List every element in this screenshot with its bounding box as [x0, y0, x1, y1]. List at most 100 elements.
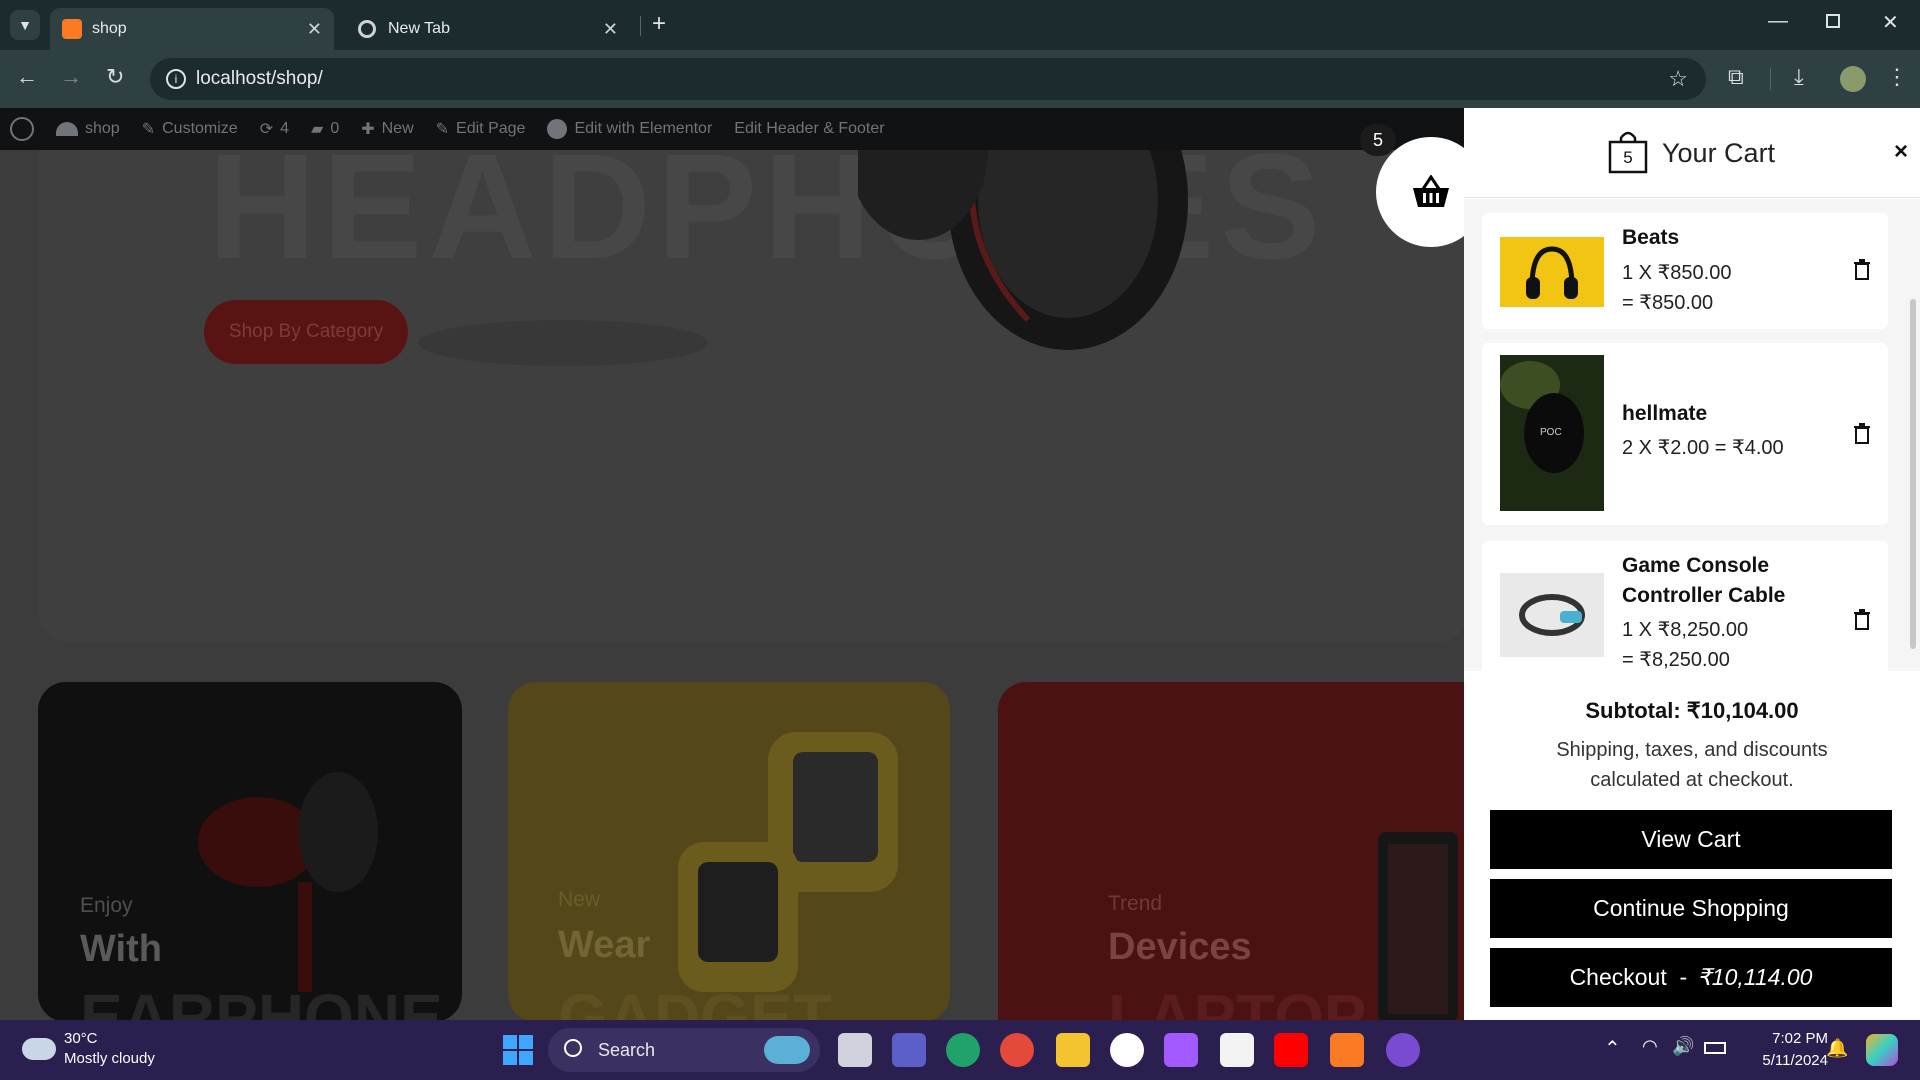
tab-new-tab[interactable]: New Tab ✕ [346, 8, 630, 50]
cart-item-name[interactable]: hellmate [1622, 399, 1707, 429]
category-card-wear[interactable]: New Wear GADGET [508, 682, 950, 1020]
trash-icon[interactable] [1852, 609, 1872, 631]
battery-icon[interactable] [1704, 1042, 1726, 1054]
cart-item-qty: 1 X ₹8,250.00 [1622, 619, 1749, 641]
task-view-icon[interactable] [838, 1033, 872, 1067]
tab-label: New Tab [388, 20, 450, 37]
address-bar[interactable]: i localhost/shop/ ☆ [150, 58, 1706, 100]
restore-button[interactable] [1826, 14, 1840, 28]
wordpress-icon [10, 117, 34, 141]
notification-bell-icon[interactable]: 🔔 [1826, 1038, 1848, 1059]
wp-comments-link[interactable]: ▰ 0 [311, 119, 339, 139]
wifi-icon[interactable]: ◠ [1642, 1036, 1658, 1057]
cart-header: 5 Your Cart × [1464, 108, 1920, 198]
cart-item-thumbnail[interactable] [1500, 573, 1604, 657]
cart-item-thumbnail[interactable] [1500, 237, 1604, 307]
file-explorer-icon[interactable] [1056, 1033, 1090, 1067]
card-small-text: Enjoy [80, 894, 133, 917]
xampp-app-icon[interactable] [1330, 1033, 1364, 1067]
earphone-image [198, 772, 378, 992]
headphones-thumbnail [1526, 246, 1578, 299]
chrome-app-icon[interactable] [1000, 1033, 1034, 1067]
plus-icon: ✚ [361, 121, 375, 138]
forward-icon[interactable]: → [60, 64, 82, 90]
opera-icon[interactable] [1110, 1033, 1144, 1067]
cloud-icon [22, 1038, 56, 1060]
trash-icon[interactable] [1852, 259, 1872, 281]
search-icon [564, 1039, 582, 1057]
svg-text:POC: POC [1540, 427, 1562, 438]
smartwatch-image [678, 732, 898, 992]
card-small-text: New [558, 888, 601, 911]
cart-panel: 5 Your Cart × Beats 1 X ₹850.00 = ₹850.0… [1464, 108, 1920, 1020]
wp-elementor-link[interactable]: Edit with Elementor [547, 119, 712, 139]
tab-divider [640, 16, 641, 36]
menu-icon[interactable]: ⋮ [1886, 64, 1908, 90]
checkout-button[interactable]: Checkout - ₹10,114.00 [1490, 948, 1892, 1007]
taskbar-search[interactable]: Search [548, 1028, 820, 1072]
tab-list-button[interactable]: ▼ [10, 10, 40, 40]
cart-item-qty: 2 X ₹2.00 = ₹4.00 [1622, 437, 1784, 459]
clock[interactable]: 7:02 PM 5/11/2024 [1738, 1028, 1828, 1072]
wp-site-link[interactable]: shop [56, 120, 120, 138]
tab-shop[interactable]: shop ✕ [50, 8, 334, 50]
start-button[interactable] [503, 1035, 533, 1065]
tab-label: shop [92, 20, 127, 37]
cart-item-name-line: Controller Cable [1622, 584, 1786, 607]
cart-items-list: Beats 1 X ₹850.00 = ₹850.00 POC hellmate… [1464, 199, 1920, 671]
minimize-button[interactable]: — [1768, 10, 1788, 33]
cart-item-name[interactable]: Game Console Controller Cable [1622, 551, 1785, 611]
card-big-text: With [80, 928, 162, 970]
cart-item-thumbnail[interactable]: POC [1500, 355, 1604, 511]
cart-title: Your Cart [1662, 138, 1776, 168]
wp-customize-link[interactable]: ✎ Customize [142, 119, 238, 139]
wp-comments-count: 0 [330, 120, 340, 137]
chrome-icon [358, 20, 376, 38]
wp-edit-page-link[interactable]: ✎ Edit Page [436, 119, 526, 139]
figma-icon[interactable] [1164, 1033, 1198, 1067]
shop-by-category-button[interactable]: Shop By Category [204, 300, 408, 364]
show-hidden-icons[interactable]: ⌃ [1604, 1036, 1621, 1061]
back-icon[interactable]: ← [16, 64, 38, 90]
close-tab-icon[interactable]: ✕ [307, 19, 322, 40]
hero-shadow [418, 320, 708, 366]
volume-icon[interactable]: 🔊 [1672, 1036, 1694, 1057]
bookmark-star-icon[interactable]: ☆ [1668, 66, 1688, 92]
checkout-label: Checkout - [1569, 964, 1688, 990]
wp-customize-label: Customize [162, 120, 238, 137]
cart-item-name-line: Game Console [1622, 554, 1770, 577]
teams-icon[interactable] [892, 1033, 926, 1067]
weather-desc: Mostly cloudy [64, 1050, 155, 1067]
category-card-earphone[interactable]: Enjoy With EARPHONE [38, 682, 462, 1020]
close-cart-button[interactable]: × [1894, 138, 1908, 166]
wp-updates-link[interactable]: ⟳ 4 [260, 119, 289, 139]
weather-widget[interactable]: 30°C Mostly cloudy [22, 1030, 202, 1070]
hero-section: HEADPHONES Shop By Category [38, 150, 1464, 642]
profile-avatar[interactable] [1840, 66, 1866, 92]
youtube-icon[interactable] [1274, 1033, 1308, 1067]
close-window-button[interactable]: ✕ [1882, 10, 1899, 35]
copilot-icon[interactable] [1866, 1034, 1898, 1066]
reload-icon[interactable]: ↻ [106, 64, 124, 90]
pencil-icon: ✎ [435, 121, 450, 138]
view-cart-button[interactable]: View Cart [1490, 810, 1892, 869]
xampp-icon [62, 19, 82, 39]
extensions-icon[interactable]: ⧉ [1728, 64, 1744, 90]
cart-item-name[interactable]: Beats [1622, 223, 1679, 253]
trash-icon[interactable] [1852, 423, 1872, 445]
site-info-icon[interactable]: i [166, 69, 186, 89]
cart-item-total: = ₹850.00 [1622, 292, 1714, 314]
wp-header-footer-link[interactable]: Edit Header & Footer [734, 120, 884, 138]
continue-shopping-button[interactable]: Continue Shopping [1490, 879, 1892, 938]
edge-icon[interactable] [946, 1033, 980, 1067]
wp-new-link[interactable]: ✚ New [361, 119, 413, 139]
cart-scrollbar[interactable] [1910, 299, 1916, 649]
close-tab-icon[interactable]: ✕ [603, 19, 618, 40]
microsoft-store-icon[interactable] [1220, 1033, 1254, 1067]
cable-thumbnail [1519, 594, 1585, 636]
wordpress-logo[interactable] [10, 117, 34, 141]
github-icon[interactable] [1386, 1033, 1420, 1067]
new-tab-button[interactable]: + [652, 10, 666, 38]
download-icon[interactable]: ⤓ [1794, 64, 1804, 90]
category-card-devices[interactable]: Trend Devices LAPTOP [998, 682, 1464, 1020]
